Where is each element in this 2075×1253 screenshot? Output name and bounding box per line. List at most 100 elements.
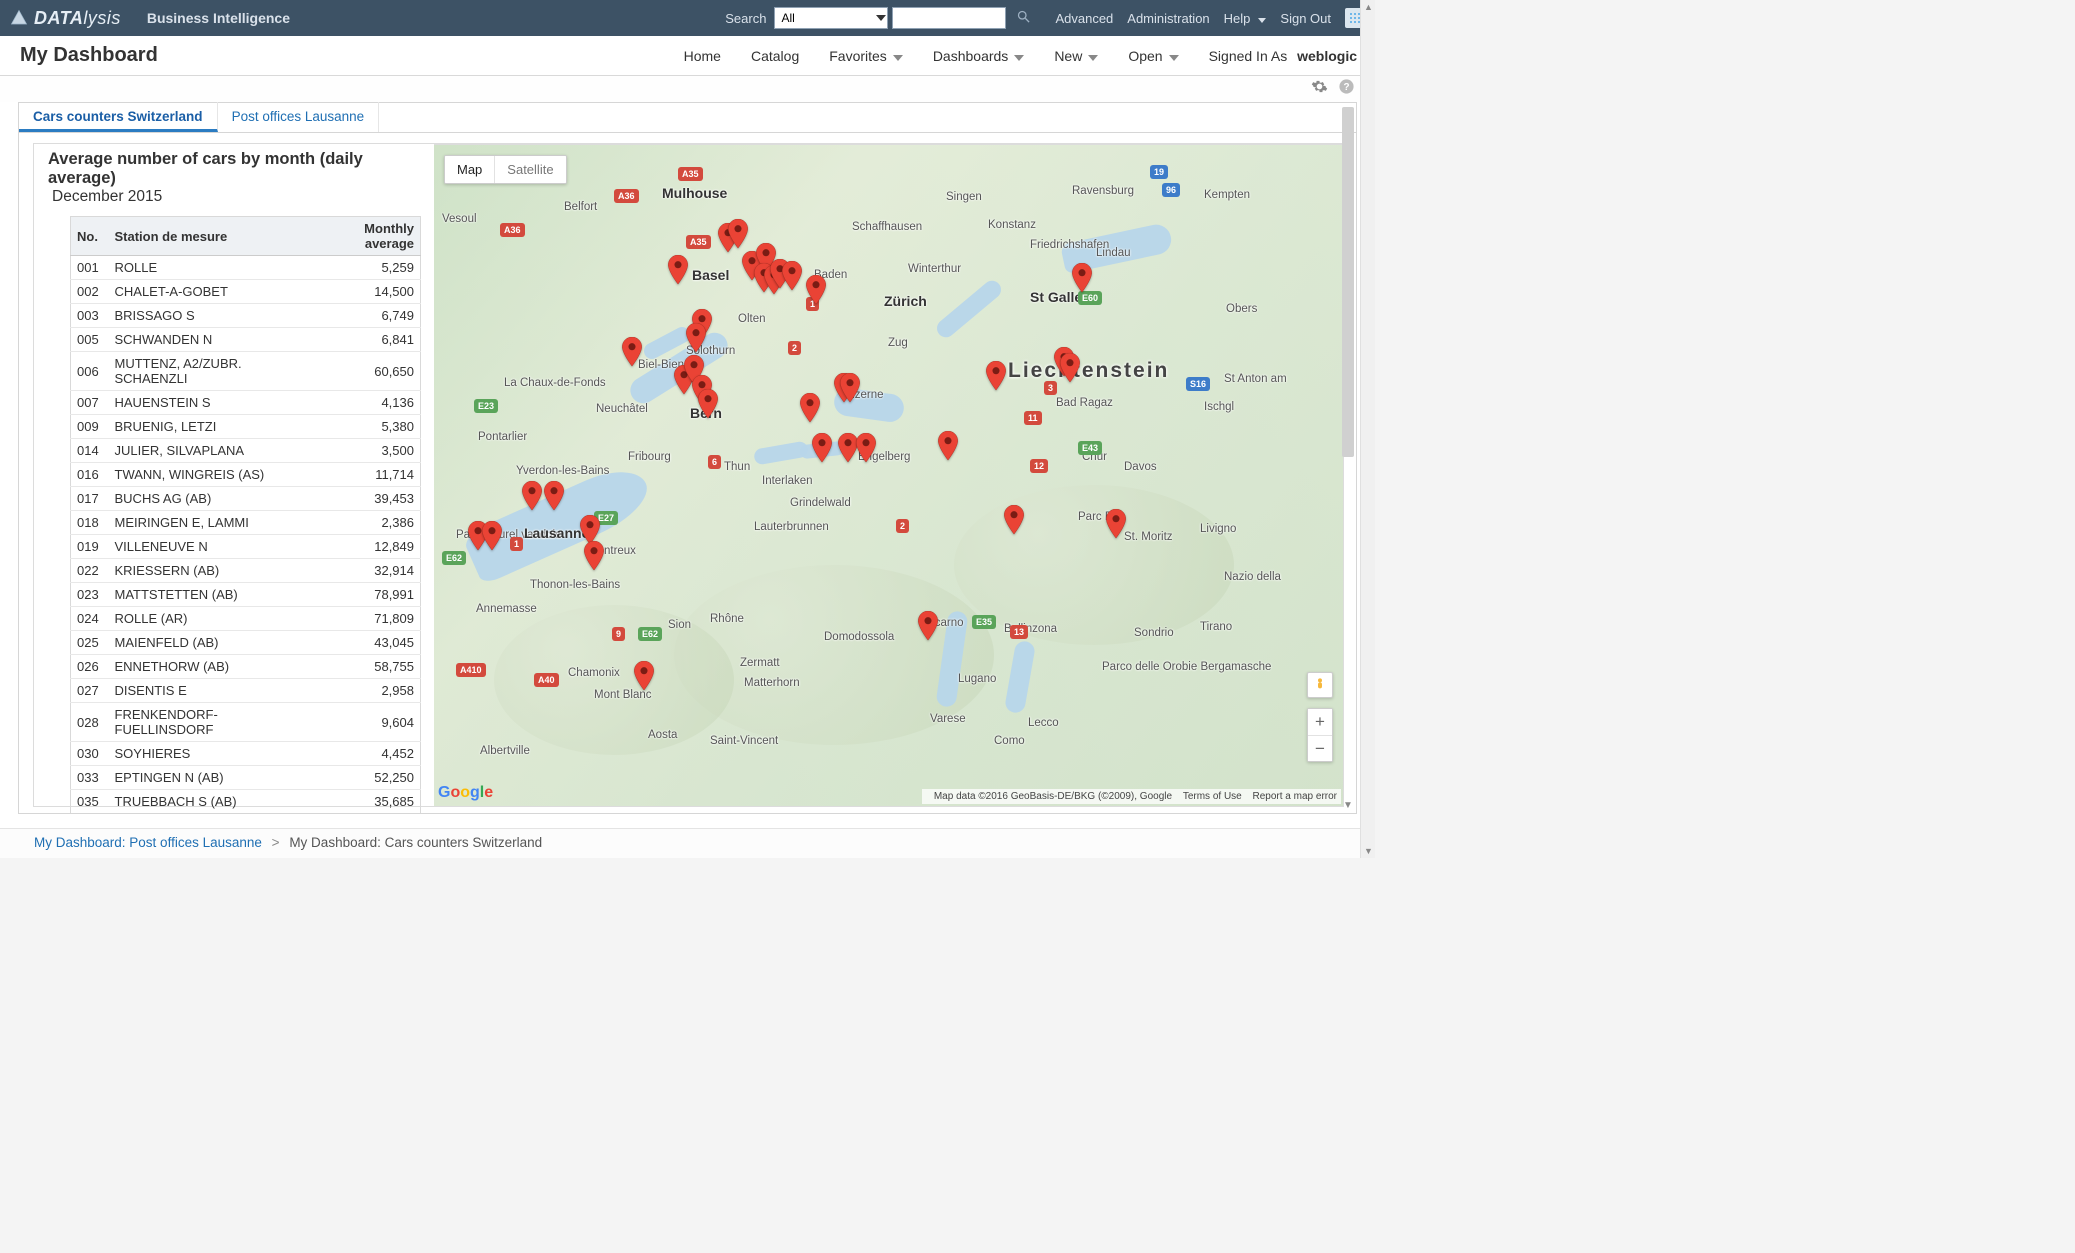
map-marker[interactable] [1059, 353, 1081, 375]
map-city-label: Belfort [564, 201, 597, 213]
map-city-label: Vesoul [442, 213, 477, 225]
col-header-avg[interactable]: Monthly average [315, 217, 421, 256]
signed-in-user[interactable]: weblogic [1297, 48, 1359, 64]
map-marker[interactable] [697, 389, 719, 411]
map-marker[interactable] [855, 433, 877, 455]
signout-link[interactable]: Sign Out [1280, 11, 1331, 26]
breadcrumb-prev[interactable]: My Dashboard: Post offices Lausanne [34, 835, 262, 850]
map-marker[interactable] [481, 521, 503, 543]
table-row[interactable]: 014JULIER, SILVAPLANA3,500 [71, 439, 421, 463]
map-type-map-button[interactable]: Map [445, 156, 494, 183]
map-marker[interactable] [579, 515, 601, 537]
road-shield: A36 [614, 189, 639, 203]
table-row[interactable]: 006MUTTENZ, A2/ZUBR. SCHAENZLI60,650 [71, 352, 421, 391]
table-row[interactable]: 035TRUEBBACH S (AB)35,685 [71, 790, 421, 814]
road-shield: 3 [1044, 381, 1057, 395]
map-marker[interactable] [521, 481, 543, 503]
map-marker[interactable] [685, 323, 707, 345]
map-marker[interactable] [839, 373, 861, 395]
table-row[interactable]: 023MATTSTETTEN (AB)78,991 [71, 583, 421, 607]
map-marker[interactable] [937, 431, 959, 453]
map-marker[interactable] [543, 481, 565, 503]
road-shield: 11 [1024, 411, 1042, 425]
map-marker[interactable] [621, 337, 643, 359]
map-marker[interactable] [727, 219, 749, 241]
gear-icon[interactable] [1311, 78, 1328, 100]
table-row[interactable]: 028FRENKENDORF-FUELLINSDORF9,604 [71, 703, 421, 742]
help-link[interactable]: Help [1224, 11, 1267, 26]
map-marker[interactable] [799, 393, 821, 415]
search-input[interactable] [892, 7, 1006, 29]
map-marker[interactable] [985, 361, 1007, 383]
map-marker[interactable] [683, 355, 705, 377]
map-city-label: Lauterbrunnen [754, 521, 829, 533]
streetview-pegman[interactable] [1307, 672, 1333, 698]
tab-1[interactable]: Post offices Lausanne [218, 102, 380, 132]
road-shield: 96 [1162, 183, 1180, 197]
nav-open[interactable]: Open [1128, 48, 1178, 64]
map-city-label: Basel [692, 267, 729, 283]
table-row[interactable]: 027DISENTIS E2,958 [71, 679, 421, 703]
map-marker[interactable] [781, 261, 803, 283]
road-shield: 12 [1030, 459, 1048, 473]
map-marker[interactable] [805, 275, 827, 297]
map-marker[interactable] [583, 541, 605, 563]
zoom-out-button[interactable]: − [1308, 735, 1332, 761]
nav-favorites[interactable]: Favorites [829, 48, 903, 64]
table-row[interactable]: 009BRUENIG, LETZI5,380 [71, 415, 421, 439]
table-row[interactable]: 002CHALET-A-GOBET14,500 [71, 280, 421, 304]
map-city-label: St. Moritz [1124, 531, 1173, 543]
breadcrumb-current: My Dashboard: Cars counters Switzerland [289, 835, 542, 850]
road-shield: 19 [1150, 165, 1168, 179]
table-row[interactable]: 024ROLLE (AR)71,809 [71, 607, 421, 631]
road-shield: E23 [474, 399, 498, 413]
table-row[interactable]: 017BUCHS AG (AB)39,453 [71, 487, 421, 511]
nav-new[interactable]: New [1054, 48, 1098, 64]
map-city-label: Zug [888, 337, 908, 349]
nav-home[interactable]: Home [684, 48, 721, 64]
table-row[interactable]: 033EPTINGEN N (AB)52,250 [71, 766, 421, 790]
road-shield: E62 [638, 627, 662, 641]
map-marker[interactable] [667, 255, 689, 277]
advanced-link[interactable]: Advanced [1055, 11, 1113, 26]
search-type-select[interactable] [774, 7, 888, 29]
table-row[interactable]: 022KRIESSERN (AB)32,914 [71, 559, 421, 583]
map-marker[interactable] [633, 661, 655, 683]
table-row[interactable]: 003BRISSAGO S6,749 [71, 304, 421, 328]
table-row[interactable]: 016TWANN, WINGREIS (AS)11,714 [71, 463, 421, 487]
map-marker[interactable] [1003, 505, 1025, 527]
terms-link[interactable]: Terms of Use [1183, 791, 1242, 802]
card-scrollbar[interactable]: ▲ ▼ [1342, 107, 1354, 809]
map-marker[interactable] [917, 611, 939, 633]
col-header-station[interactable]: Station de mesure [109, 217, 315, 256]
breadcrumb: My Dashboard: Post offices Lausanne > My… [0, 828, 1375, 858]
table-row[interactable]: 005SCHWANDEN N6,841 [71, 328, 421, 352]
table-row[interactable]: 019VILLENEUVE N12,849 [71, 535, 421, 559]
table-row[interactable]: 001ROLLE5,259 [71, 256, 421, 280]
nav-dashboards[interactable]: Dashboards [933, 48, 1025, 64]
global-header: DATAlysis Business Intelligence Search A… [0, 0, 1375, 36]
table-row[interactable]: 026ENNETHORW (AB)58,755 [71, 655, 421, 679]
map-city-label: Thun [724, 461, 750, 473]
zoom-in-button[interactable]: + [1308, 709, 1332, 735]
map-city-label: Como [994, 735, 1025, 747]
map-type-satellite-button[interactable]: Satellite [494, 156, 565, 183]
map-panel[interactable]: Liechtenstein MulhouseBelfortVesoulBasel… [434, 144, 1343, 806]
tab-0[interactable]: Cars counters Switzerland [19, 102, 218, 132]
help-icon[interactable]: ? [1338, 78, 1355, 100]
search-icon[interactable] [1016, 9, 1031, 28]
map-marker[interactable] [1071, 263, 1093, 285]
table-row[interactable]: 030SOYHIERES4,452 [71, 742, 421, 766]
table-row[interactable]: 007HAUENSTEIN S4,136 [71, 391, 421, 415]
map-marker[interactable] [811, 433, 833, 455]
nav-catalog[interactable]: Catalog [751, 48, 799, 64]
table-row[interactable]: 025MAIENFELD (AB)43,045 [71, 631, 421, 655]
signed-in-block: Signed In As weblogic [1209, 48, 1359, 64]
table-row[interactable]: 018MEIRINGEN E, LAMMI2,386 [71, 511, 421, 535]
administration-link[interactable]: Administration [1127, 11, 1209, 26]
window-scrollbar[interactable]: ▲ ▼ [1360, 0, 1375, 858]
map-marker[interactable] [1105, 509, 1127, 531]
report-error-link[interactable]: Report a map error [1253, 791, 1337, 802]
svg-text:?: ? [1343, 82, 1349, 93]
col-header-no[interactable]: No. [71, 217, 109, 256]
